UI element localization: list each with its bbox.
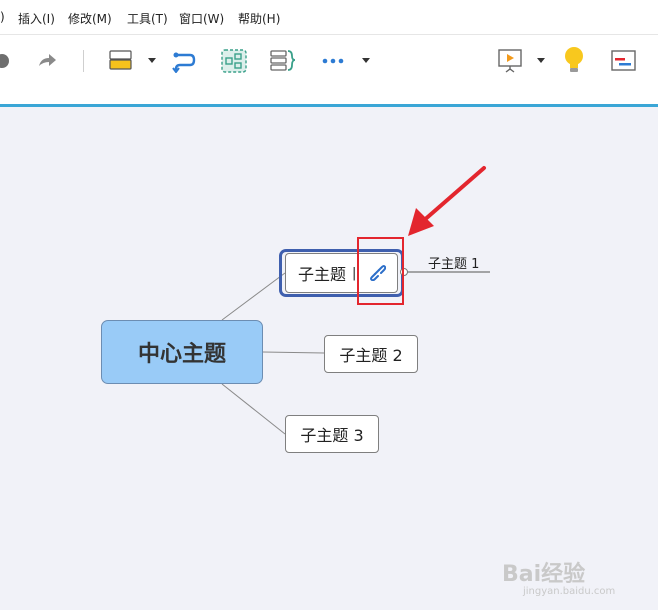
central-topic[interactable]: 中心主题 (101, 320, 263, 384)
watermark-url: jingyan.baidu.com (523, 586, 616, 597)
text-cursor: | (352, 265, 357, 281)
watermark-brand: Bai经验 (502, 562, 586, 587)
subtopic-1-label: 子主题 (298, 265, 347, 284)
floating-topic-label[interactable]: 子主题 1 (428, 253, 479, 272)
subtopic-3[interactable]: 子主题 3 (285, 415, 379, 453)
highlight-box (357, 237, 404, 305)
connector-lines (221, 271, 490, 435)
annotation-arrow-icon (408, 166, 486, 236)
subtopic-2[interactable]: 子主题 2 (324, 335, 418, 373)
